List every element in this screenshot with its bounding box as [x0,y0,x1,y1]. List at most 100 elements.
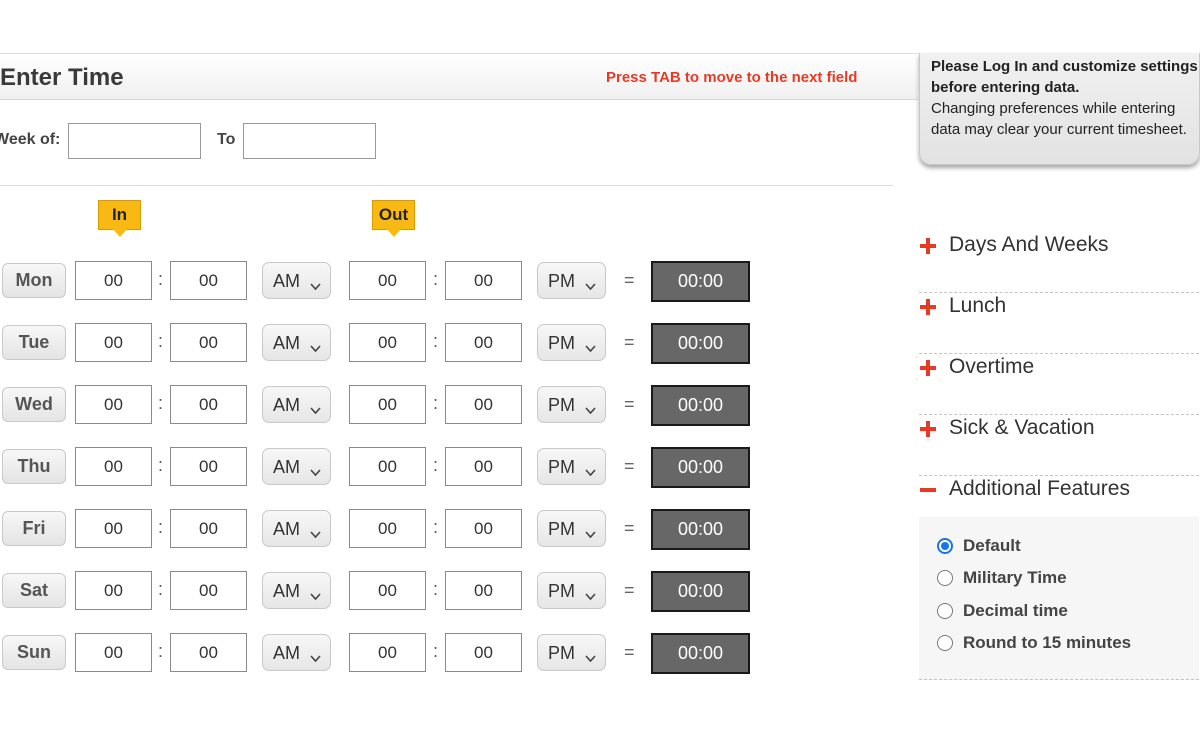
day-total: 00:00 [651,261,750,302]
plus-icon [919,420,937,438]
radio-label: Round to 15 minutes [963,633,1132,652]
chevron-down-icon [310,585,321,601]
in-ampm-select[interactable]: AM [262,572,331,609]
day-button-fri[interactable]: Fri [2,511,66,546]
radio-button[interactable] [937,570,953,586]
in-minute-input[interactable] [170,447,247,486]
in-ampm-select[interactable]: AM [262,262,331,299]
day-button-mon[interactable]: Mon [2,263,66,298]
out-minute-input[interactable] [445,261,522,300]
in-hour-input[interactable] [75,323,152,362]
time-colon: : [158,455,164,475]
in-hour-input[interactable] [75,509,152,548]
week-of-label: Week of: [0,131,61,148]
accordion-label: Overtime [949,355,1035,378]
equals-sign: = [624,456,635,476]
out-minute-input[interactable] [445,385,522,424]
additional-features-panel: Default Military Time Decimal time Round to… [919,517,1199,680]
time-row-sat: Sat: AM: PM = 00:00 [0,571,900,612]
chevron-down-icon [585,585,596,601]
chevron-down-icon [585,647,596,663]
day-total: 00:00 [651,323,750,364]
day-total: 00:00 [651,385,750,426]
out-hour-input[interactable] [349,447,426,486]
day-button-sun[interactable]: Sun [2,635,66,670]
in-minute-input[interactable] [170,633,247,672]
accordion-days-and-weeks[interactable]: Days And Weeks [919,233,1199,293]
out-minute-input[interactable] [445,323,522,362]
time-row-tue: Tue: AM: PM = 00:00 [0,323,900,364]
time-row-sun: Sun: AM: PM = 00:00 [0,633,900,674]
in-ampm-select[interactable]: AM [262,386,331,423]
week-of-input[interactable] [68,123,201,159]
out-minute-input[interactable] [445,633,522,672]
out-ampm-select[interactable]: PM [537,510,606,547]
out-ampm-select[interactable]: PM [537,324,606,361]
day-total: 00:00 [651,509,750,550]
in-hour-input[interactable] [75,447,152,486]
out-ampm-value: PM [548,395,575,415]
chevron-down-icon [585,275,596,291]
out-minute-input[interactable] [445,447,522,486]
radio-button[interactable] [937,635,953,651]
time-colon: : [158,269,164,289]
accordion-overtime[interactable]: Overtime [919,355,1199,415]
in-ampm-select[interactable]: AM [262,448,331,485]
radio-label: Military Time [963,568,1067,587]
time-colon: : [158,331,164,351]
out-ampm-value: PM [548,581,575,601]
out-hour-input[interactable] [349,633,426,672]
out-ampm-select[interactable]: PM [537,448,606,485]
in-hour-input[interactable] [75,633,152,672]
radio-button[interactable] [937,538,953,554]
in-minute-input[interactable] [170,571,247,610]
out-hour-input[interactable] [349,323,426,362]
day-button-wed[interactable]: Wed [2,387,66,422]
day-button-thu[interactable]: Thu [2,449,66,484]
time-colon: : [158,579,164,599]
out-ampm-value: PM [548,519,575,539]
time-colon: : [433,331,439,351]
login-notice-bold-text: Please Log In and customize settings bef… [931,58,1198,96]
in-ampm-select[interactable]: AM [262,324,331,361]
week-to-input[interactable] [243,123,376,159]
equals-sign: = [624,642,635,662]
out-ampm-select[interactable]: PM [537,572,606,609]
accordion-lunch[interactable]: Lunch [919,294,1199,354]
login-notice: Please Log In and customize settings bef… [919,53,1200,165]
time-colon: : [158,517,164,537]
accordion-sick-vacation[interactable]: Sick & Vacation [919,416,1199,476]
in-minute-input[interactable] [170,261,247,300]
in-minute-input[interactable] [170,385,247,424]
page-title: Enter Time [0,64,124,91]
chevron-down-icon [310,275,321,291]
chevron-down-icon [310,337,321,353]
out-hour-input[interactable] [349,571,426,610]
in-ampm-value: AM [273,519,300,539]
in-ampm-select[interactable]: AM [262,634,331,671]
day-button-tue[interactable]: Tue [2,325,66,360]
in-hour-input[interactable] [75,385,152,424]
out-ampm-select[interactable]: PM [537,262,606,299]
in-ampm-value: AM [273,271,300,291]
in-hour-input[interactable] [75,261,152,300]
equals-sign: = [624,518,635,538]
out-minute-input[interactable] [445,571,522,610]
in-hour-input[interactable] [75,571,152,610]
day-button-sat[interactable]: Sat [2,573,66,608]
out-minute-input[interactable] [445,509,522,548]
in-minute-input[interactable] [170,509,247,548]
equals-sign: = [624,394,635,414]
radio-button[interactable] [937,603,953,619]
out-ampm-select[interactable]: PM [537,634,606,671]
out-hour-input[interactable] [349,385,426,424]
time-colon: : [433,269,439,289]
out-hour-input[interactable] [349,261,426,300]
out-column-tag: Out [372,200,415,237]
in-minute-input[interactable] [170,323,247,362]
out-ampm-select[interactable]: PM [537,386,606,423]
out-ampm-value: PM [548,333,575,353]
in-ampm-select[interactable]: AM [262,510,331,547]
out-hour-input[interactable] [349,509,426,548]
minus-icon [919,481,937,499]
